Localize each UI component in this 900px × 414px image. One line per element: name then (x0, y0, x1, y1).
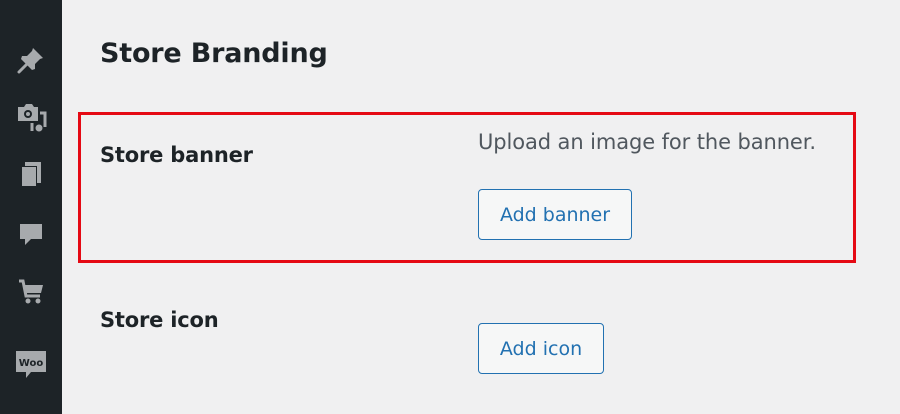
sidebar-item-posts[interactable] (0, 40, 62, 80)
main-content: Store Branding Store banner Upload an im… (62, 0, 900, 414)
store-icon-label: Store icon (100, 308, 219, 332)
page-title: Store Branding (100, 38, 328, 69)
media-icon (18, 104, 47, 132)
add-banner-button[interactable]: Add banner (478, 189, 632, 240)
add-icon-button[interactable]: Add icon (478, 323, 604, 374)
sidebar-item-woocommerce[interactable]: Woo (0, 345, 62, 385)
comments-icon (20, 224, 42, 245)
pin-icon (17, 48, 43, 74)
sidebar-item-cart[interactable] (0, 272, 62, 312)
sidebar-item-comments[interactable] (0, 214, 62, 254)
store-banner-label: Store banner (100, 143, 253, 167)
admin-sidebar: Woo (0, 0, 62, 414)
svg-text:Woo: Woo (19, 358, 44, 369)
woo-icon: Woo (16, 351, 46, 378)
sidebar-item-media[interactable] (0, 97, 62, 137)
store-banner-description: Upload an image for the banner. (478, 130, 816, 154)
pages-icon (21, 162, 41, 187)
sidebar-item-pages[interactable] (0, 155, 62, 195)
cart-icon (19, 279, 43, 304)
